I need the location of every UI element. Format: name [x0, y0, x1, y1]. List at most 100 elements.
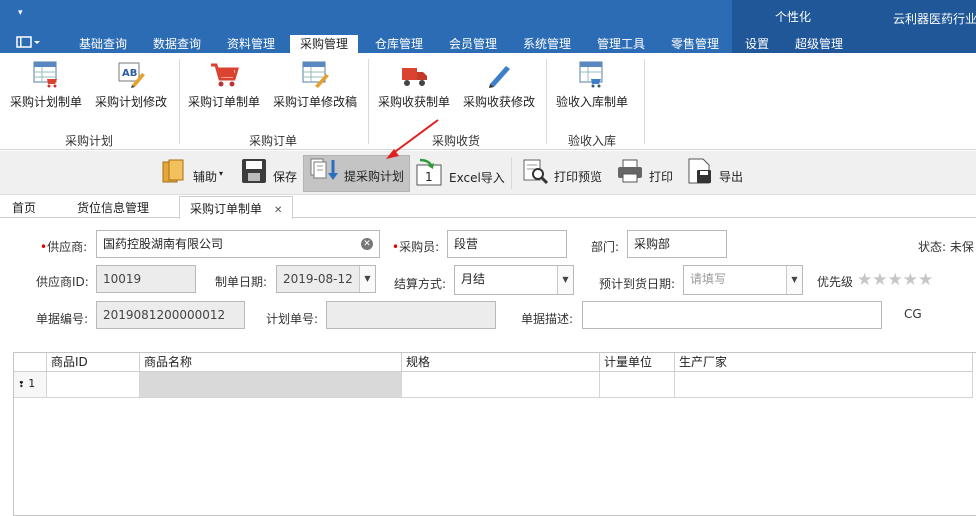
supplier-label-wrap: •供应商: [40, 240, 88, 254]
doc-tab-home[interactable]: 首页 [12, 199, 36, 216]
print-preview-label: 打印预览 [554, 170, 603, 184]
export-button[interactable]: 导出 [686, 157, 743, 191]
table-row-indicator[interactable]: ❢ 1 [14, 372, 47, 398]
plan-table-cart-icon [31, 59, 61, 89]
floppy-save-icon [240, 157, 268, 198]
tab-data-management[interactable]: 资料管理 [227, 35, 275, 53]
desc-label: 单据描述: [521, 312, 574, 326]
ribbon-separator [179, 59, 180, 144]
table-cell-unit[interactable] [600, 372, 675, 398]
purchase-receipt-create-label: 采购收获制单 [378, 95, 451, 109]
print-preview-icon [521, 157, 549, 198]
inspection-inbound-create-button[interactable]: 验收入库制单 [556, 59, 628, 110]
group-purchase-order: 采购订单 [249, 134, 298, 148]
ab-pencil-icon: AB [116, 59, 146, 89]
export-disk-icon [686, 157, 714, 198]
ribbon-separator [368, 59, 369, 144]
purchase-receipt-edit-label: 采购收获修改 [463, 95, 536, 109]
tab-system-management[interactable]: 系统管理 [523, 35, 571, 53]
chevron-down-icon[interactable]: ▼ [359, 266, 375, 292]
buyer-value: 段营 [454, 237, 479, 251]
save-label: 保存 [273, 170, 298, 184]
clear-icon[interactable]: ✕ [361, 238, 373, 250]
quick-access-dropdown-icon[interactable]: ▾ [18, 8, 23, 18]
app-menu-button[interactable] [16, 36, 40, 51]
tab-settings[interactable]: 设置 [745, 35, 769, 53]
tab-basic-query[interactable]: 基础查询 [79, 35, 127, 53]
chevron-down-icon[interactable]: ▼ [786, 266, 802, 294]
assist-dropdown-button[interactable]: 辅助 ▾ [160, 157, 223, 191]
print-preview-button[interactable]: 打印预览 [521, 157, 602, 191]
purchase-plan-edit-button[interactable]: AB 采购计划修改 [95, 59, 167, 110]
row-number: 1 [28, 377, 36, 390]
arrival-placeholder: 请填写 [690, 272, 727, 286]
group-purchase-plan: 采购计划 [65, 134, 114, 148]
tab-retail-management[interactable]: 零售管理 [671, 35, 719, 53]
cg-label: CG [904, 307, 922, 321]
grid-header-spec[interactable]: 规格 [402, 353, 600, 372]
purchase-order-create-button[interactable]: 采购订单制单 [188, 59, 260, 110]
tab-management-tools[interactable]: 管理工具 [597, 35, 645, 53]
app-menu-icon [16, 36, 40, 48]
toolbar-separator [511, 157, 512, 189]
buyer-field[interactable]: 段营 [447, 230, 567, 258]
purchase-receipt-create-button[interactable]: 采购收获制单 [378, 59, 450, 110]
doc-tab-location-management[interactable]: 货位信息管理 [77, 199, 149, 216]
purchase-plan-create-button[interactable]: 采购计划制单 [10, 59, 82, 110]
tab-data-query[interactable]: 数据查询 [153, 35, 201, 53]
print-label: 打印 [649, 170, 674, 184]
table-cell-product-id[interactable] [47, 372, 140, 398]
personalize-link[interactable]: 个性化 [775, 8, 811, 25]
print-button[interactable]: 打印 [616, 157, 673, 191]
excel-import-icon: 1 [414, 157, 444, 200]
extract-purchase-plan-label: 提采购计划 [344, 169, 405, 184]
truck-icon [399, 59, 429, 89]
document-down-arrow-icon [309, 156, 339, 198]
date-value: 2019-08-12 [283, 272, 353, 286]
svg-text:1: 1 [425, 170, 433, 184]
table-cell-spec[interactable] [402, 372, 600, 398]
dept-label: 部门: [591, 240, 620, 254]
table-cell-product-name[interactable] [140, 372, 402, 398]
desc-field[interactable] [582, 301, 882, 329]
arrival-date-picker[interactable]: 请填写 ▼ [683, 265, 803, 295]
grid-header-product-name[interactable]: 商品名称 [140, 353, 402, 372]
purchase-order-edit-button[interactable]: 采购订单修改稿 [273, 59, 357, 110]
shopping-cart-icon [209, 59, 240, 89]
dept-field[interactable]: 采购部 [627, 230, 727, 258]
table-cart-icon [577, 59, 607, 89]
pencil-icon [484, 59, 514, 89]
purchase-plan-create-label: 采购计划制单 [10, 95, 83, 109]
purchase-receipt-edit-button[interactable]: 采购收获修改 [463, 59, 535, 110]
tab-purchase-management[interactable]: 采购管理 [290, 35, 359, 54]
grid-header-product-id[interactable]: 商品ID [47, 353, 140, 372]
arrival-label: 预计到货日期: [599, 277, 676, 291]
document-toolbar: 辅助 ▾ 保存 提采购计划 1 Excel导入 打印预览 打印 导出 [0, 151, 976, 195]
grid-header-unit[interactable]: 计量单位 [600, 353, 675, 372]
chevron-down-icon[interactable]: ▼ [557, 266, 573, 294]
assist-label: 辅助 [193, 170, 218, 184]
doc-tab-purchase-order[interactable]: 采购订单制单 ✕ [179, 196, 294, 219]
priority-star-rating[interactable]: ★★★★★ [857, 270, 933, 290]
save-button[interactable]: 保存 [240, 157, 297, 191]
buyer-label-wrap: •采购员: [392, 240, 440, 254]
date-picker[interactable]: 2019-08-12 ▼ [276, 265, 376, 293]
supplier-id-label: 供应商ID: [36, 275, 89, 289]
supplier-value: 国药控股湖南有限公司 [103, 237, 224, 251]
tab-warehouse-management[interactable]: 仓库管理 [375, 35, 423, 53]
settle-select[interactable]: 月结 ▼ [454, 265, 574, 295]
export-label: 导出 [719, 170, 744, 184]
tab-member-management[interactable]: 会员管理 [449, 35, 497, 53]
docno-field: 2019081200000012 [96, 301, 245, 329]
svg-text:AB: AB [122, 68, 137, 79]
close-icon[interactable]: ✕ [274, 205, 282, 216]
planno-field [326, 301, 496, 329]
table-cell-manufacturer[interactable] [675, 372, 973, 398]
grid-header-manufacturer[interactable]: 生产厂家 [675, 353, 973, 372]
supplier-field[interactable]: 国药控股湖南有限公司 ✕ [96, 230, 380, 258]
title-bar: ▾ 个性化 云利器医药行业 基础查询 数据查询 资料管理 采购管理 仓库管理 会… [0, 0, 976, 54]
books-icon [160, 157, 188, 198]
tab-super-management[interactable]: 超级管理 [795, 35, 843, 53]
document-tabs: 首页 货位信息管理 采购订单制单 ✕ [0, 196, 976, 219]
ribbon-separator [546, 59, 547, 144]
